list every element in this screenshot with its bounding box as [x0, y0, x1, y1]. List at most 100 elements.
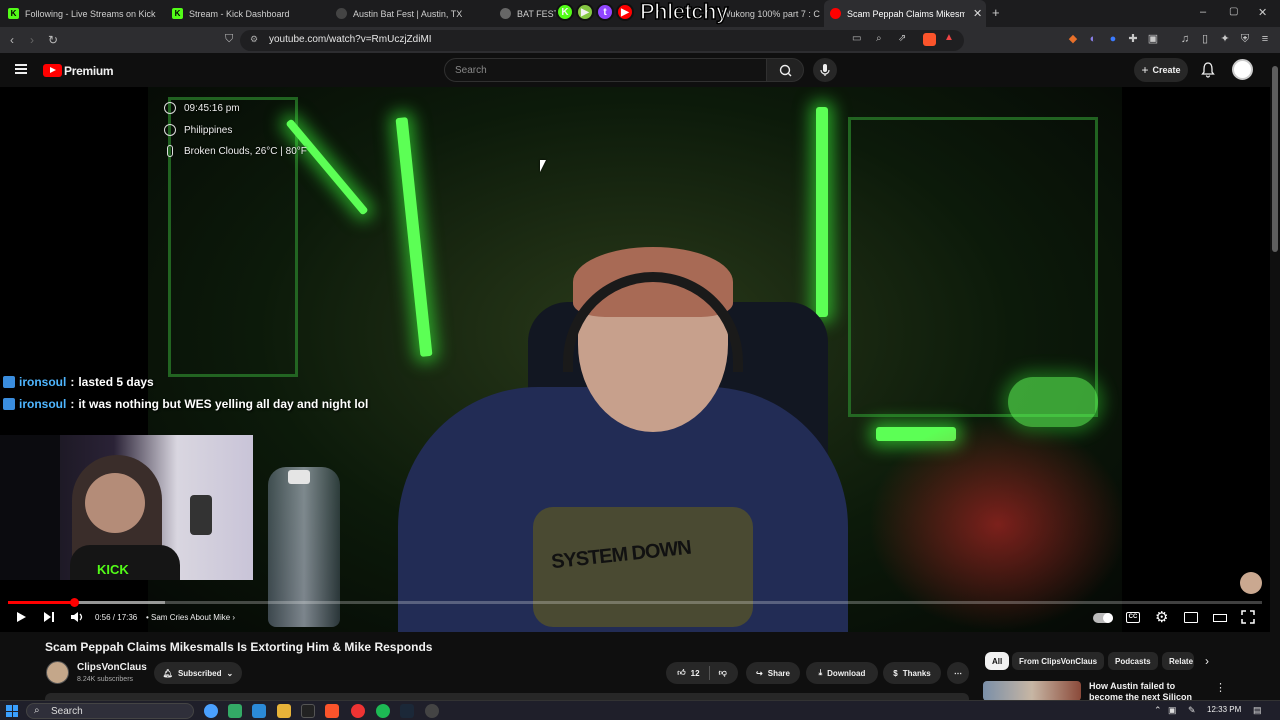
tab-bat-fest[interactable]: BAT FEST 2 [500, 0, 556, 27]
taskbar-search[interactable]: ⌕ Search [26, 703, 194, 719]
search-input[interactable]: Search [444, 58, 767, 82]
cast-icon[interactable]: ▭ [852, 33, 861, 44]
settings-gear-icon[interactable]: ⚙ [1155, 608, 1168, 626]
maximize-button[interactable]: ▢ [1229, 6, 1238, 17]
vpn-icon[interactable]: ⛨ [1239, 33, 1251, 45]
sidebar-icon[interactable]: ▯ [1199, 33, 1211, 45]
chevron-right-icon[interactable]: › [1205, 654, 1209, 668]
share-icon: ↪ [756, 668, 763, 678]
hamburger-menu-icon[interactable] [15, 64, 27, 74]
tab-wukong[interactable]: Wukong 100% part 7 : Cl [722, 0, 820, 27]
next-icon[interactable] [42, 610, 56, 624]
account-avatar[interactable] [1232, 59, 1253, 80]
chat-username: ironsoul [19, 397, 67, 411]
tab-kick-following[interactable]: K Following - Live Streams on Kick [8, 0, 166, 27]
brave-browser-icon[interactable] [325, 704, 339, 718]
pen-icon[interactable]: ✎ [1188, 705, 1196, 716]
app-icon[interactable] [351, 704, 365, 718]
channel-avatar[interactable] [46, 661, 69, 684]
download-icon: ⤓ [818, 668, 823, 677]
windows-start-icon[interactable] [6, 705, 18, 717]
like-button[interactable]: 👍︎ 12 [677, 668, 699, 678]
notifications-icon[interactable]: ▤ [1253, 705, 1262, 716]
steam-icon[interactable] [400, 704, 414, 718]
youtube-premium-logo-text[interactable]: Premium [64, 64, 114, 78]
extension-icon[interactable]: ◆ [1067, 33, 1079, 45]
tray-app-icon[interactable]: ▣ [1168, 705, 1177, 716]
tab-kick-dashboard[interactable]: K Stream - Kick Dashboard [172, 0, 332, 27]
chapter-title[interactable]: • Sam Cries About Mike › [146, 613, 235, 622]
wallet-icon[interactable]: ▣ [1147, 33, 1159, 45]
recommendation-title[interactable]: How Austin failed to become the next Sil… [1089, 681, 1209, 701]
new-tab-button[interactable]: + [992, 5, 1000, 20]
channel-watermark-avatar[interactable] [1240, 572, 1262, 594]
share-button[interactable]: ↪ Share [746, 662, 800, 684]
youtube-logo-icon[interactable] [43, 64, 62, 77]
subscribed-button[interactable]: 🔔︎ Subscribed ⌄ [154, 662, 242, 684]
file-explorer-icon[interactable] [277, 704, 291, 718]
more-vertical-icon[interactable]: ⋮ [1215, 681, 1226, 694]
recommendation-thumbnail[interactable] [983, 681, 1081, 701]
brave-shields-icon[interactable] [923, 33, 936, 46]
subtitles-icon[interactable]: CC [1126, 612, 1140, 623]
extension-icon[interactable]: ● [1107, 33, 1119, 45]
reload-icon[interactable]: ↻ [48, 33, 58, 47]
chat-message: ironsoul : lasted 5 days [3, 375, 154, 389]
leo-ai-icon[interactable]: ✦ [1219, 33, 1231, 45]
spotify-icon[interactable] [376, 704, 390, 718]
close-window-button[interactable]: ✕ [1258, 6, 1267, 19]
info-weather-text: Broken Clouds, 26°C | 80°F [184, 145, 307, 157]
video-player[interactable]: SYSTEM DOWN 09:45:16 pm Philippines Brok… [0, 87, 1270, 632]
voice-search-button[interactable] [813, 58, 837, 82]
browser-menu-icon[interactable]: ≡ [1259, 33, 1271, 45]
store-icon[interactable] [252, 704, 266, 718]
terminal-icon[interactable] [301, 704, 315, 718]
brave-rewards-icon[interactable]: ▲ [944, 32, 954, 43]
chip-related[interactable]: Relate [1162, 652, 1194, 670]
tab-scam-peppah[interactable]: Scam Peppah Claims Mikesmalls ✕ [824, 0, 986, 27]
media-icon[interactable]: ♫ [1179, 33, 1191, 45]
thumbs-down-icon[interactable]: 👎︎ [719, 668, 727, 678]
minimize-button[interactable]: – [1200, 6, 1206, 18]
chip-from-channel[interactable]: From ClipsVonClaus [1012, 652, 1105, 670]
neon-light [395, 117, 433, 357]
close-tab-icon[interactable]: ✕ [973, 7, 982, 20]
thanks-button[interactable]: $ Thanks [883, 662, 941, 684]
location-pin-icon [164, 124, 176, 136]
chat-text: lasted 5 days [78, 375, 154, 389]
download-button[interactable]: ⤓ Download [806, 662, 878, 684]
back-icon[interactable]: ‹ [10, 33, 14, 47]
site-info-icon[interactable]: ⚙ [250, 34, 258, 45]
url-bar[interactable]: ⚙ youtube.com/watch?v=RmUczjZdiMI ▭ ⌕ ⇗ … [240, 30, 964, 51]
forward-icon[interactable]: › [30, 33, 34, 47]
tab-austin-bat-fest[interactable]: Austin Bat Fest | Austin, TX [336, 0, 496, 27]
chip-all[interactable]: All [985, 652, 1010, 670]
description-box[interactable] [45, 693, 969, 700]
youtube-header: Premium Search + Create [0, 53, 1280, 87]
widgets-icon[interactable] [228, 704, 242, 718]
chip-podcasts[interactable]: Podcasts [1108, 652, 1158, 670]
fullscreen-icon[interactable] [1241, 610, 1255, 624]
scrubber-handle[interactable] [70, 598, 80, 607]
extensions-puzzle-icon[interactable]: ✚ [1127, 33, 1139, 45]
volume-icon[interactable] [70, 610, 86, 624]
more-actions-button[interactable]: ⋯ [947, 662, 969, 684]
bookmark-icon[interactable]: ⛉ [225, 33, 233, 46]
share-page-icon[interactable]: ⇗ [898, 33, 906, 44]
extension-icon[interactable]: ◐ [1087, 33, 1099, 45]
zoom-icon[interactable]: ⌕ [876, 33, 882, 44]
search-button[interactable] [766, 58, 804, 82]
progress-bar[interactable] [8, 598, 1262, 607]
obs-icon[interactable] [425, 704, 439, 718]
tray-chevron-icon[interactable]: ⌃ [1154, 705, 1162, 716]
theater-mode-icon[interactable] [1213, 614, 1227, 622]
scrollbar-thumb[interactable] [1272, 66, 1278, 252]
miniplayer-icon[interactable] [1184, 612, 1198, 623]
notifications-bell-icon[interactable] [1201, 62, 1215, 78]
play-icon[interactable] [14, 610, 28, 624]
copilot-icon[interactable] [204, 704, 218, 718]
channel-name[interactable]: ClipsVonClaus [77, 662, 147, 673]
taskbar-clock[interactable]: 12:33 PM [1207, 705, 1241, 714]
autoplay-toggle[interactable] [1093, 613, 1113, 623]
create-button[interactable]: + Create [1134, 58, 1188, 82]
